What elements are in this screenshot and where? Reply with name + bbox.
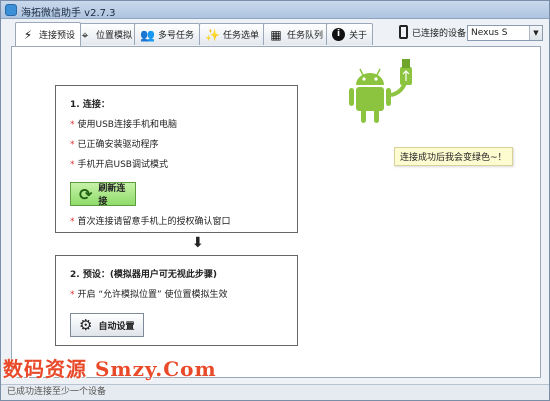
step1-title: 1. 连接：	[70, 100, 110, 110]
tab-bar: ⚡ 连接预设 ⌖ 位置模拟 👥 多号任务 ✨ 任务选单 ▦ 任务队列 i 关于 …	[1, 20, 549, 46]
status-bar: 已成功连接至少一个设备	[1, 384, 549, 400]
tab-task-menu[interactable]: ✨ 任务选单	[199, 23, 266, 45]
tab-connect-preset[interactable]: ⚡ 连接预设	[15, 22, 82, 46]
step2-title: 2. 预设：(模拟器用户可无视此步骤)	[70, 270, 218, 280]
device-label-text: 已连接的设备	[412, 28, 467, 39]
step1-item: * 已正确安装驱动程序	[70, 137, 159, 150]
auto-setup-label: 自动设置	[98, 321, 135, 332]
step1-item: * 手机开启USB调试模式	[70, 157, 168, 170]
authorization-note: * 首次连接请留意手机上的授权确认窗口	[70, 214, 231, 227]
grid-icon: ▦	[270, 27, 282, 42]
refresh-icon: ⟳	[79, 184, 93, 204]
step1-item-text: 手机开启USB调试模式	[77, 160, 168, 170]
magic-wand-icon: ✨	[205, 27, 220, 42]
refresh-button-label: 刷新连接	[98, 184, 126, 207]
watermark: 数码资源 Smzy.Com	[3, 357, 217, 381]
step1-item-text: 使用USB连接手机和电脑	[77, 120, 177, 130]
tab-task-queue[interactable]: ▦ 任务队列	[263, 23, 330, 45]
window-title: 海拓微信助手 v2.7.3	[21, 8, 116, 19]
tab-multi-account[interactable]: 👥 多号任务	[134, 23, 201, 45]
device-selected-value: Nexus S	[471, 28, 508, 38]
refresh-connection-button[interactable]: ⟳ 刷新连接	[70, 182, 136, 207]
step2-item: * 开启 “允许模拟位置” 使位置模拟生效	[70, 287, 228, 300]
arrow-down-icon: ⬇	[192, 235, 204, 251]
phone-icon	[399, 25, 408, 39]
tab-label: 位置模拟	[96, 31, 133, 41]
connected-device-label: 已连接的设备	[399, 25, 466, 39]
android-usb-icon	[349, 59, 412, 123]
lightning-icon: ⚡	[23, 27, 33, 42]
info-icon: i	[332, 28, 345, 41]
tab-label: 任务选单	[223, 31, 260, 41]
preset-box: 2. 预设：(模拟器用户可无视此步骤) * 开启 “允许模拟位置” 使位置模拟生效…	[55, 255, 298, 346]
device-select[interactable]: Nexus S ▼	[467, 25, 543, 41]
tab-label: 多号任务	[158, 31, 195, 41]
bullet-star: *	[70, 140, 75, 150]
connect-preset-panel: 1. 连接： * 使用USB连接手机和电脑 * 已正确安装驱动程序 * 手机开启USB…	[11, 46, 541, 378]
bullet-star: *	[70, 290, 75, 300]
tab-label: 任务队列	[287, 31, 324, 41]
status-tooltip: 连接成功后我会变绿色~！	[394, 147, 513, 166]
connection-box: 1. 连接： * 使用USB连接手机和电脑 * 已正确安装驱动程序 * 手机开启USB…	[55, 85, 298, 233]
bullet-star: *	[70, 217, 75, 227]
users-icon: 👥	[140, 27, 155, 42]
auto-setup-button[interactable]: ⚙ 自动设置	[70, 313, 144, 337]
note-text: 首次连接请留意手机上的授权确认窗口	[77, 217, 231, 227]
tab-location-sim[interactable]: ⌖ 位置模拟	[72, 23, 139, 45]
app-icon	[5, 4, 17, 16]
tab-label: 连接预设	[39, 31, 76, 41]
bullet-star: *	[70, 120, 75, 130]
bullet-star: *	[70, 160, 75, 170]
step2-item-text: 开启 “允许模拟位置” 使位置模拟生效	[77, 290, 228, 300]
tab-about[interactable]: i 关于	[326, 23, 374, 45]
gears-icon: ⚙	[79, 316, 93, 334]
step1-item-text: 已正确安装驱动程序	[77, 140, 159, 150]
tab-label: 关于	[349, 31, 368, 41]
step1-item: * 使用USB连接手机和电脑	[70, 117, 177, 130]
title-bar: 海拓微信助手 v2.7.3	[1, 1, 549, 19]
chevron-down-icon[interactable]: ▼	[529, 26, 542, 40]
app-window: 海拓微信助手 v2.7.3 ⚡ 连接预设 ⌖ 位置模拟 👥 多号任务 ✨ 任务选…	[0, 0, 550, 401]
